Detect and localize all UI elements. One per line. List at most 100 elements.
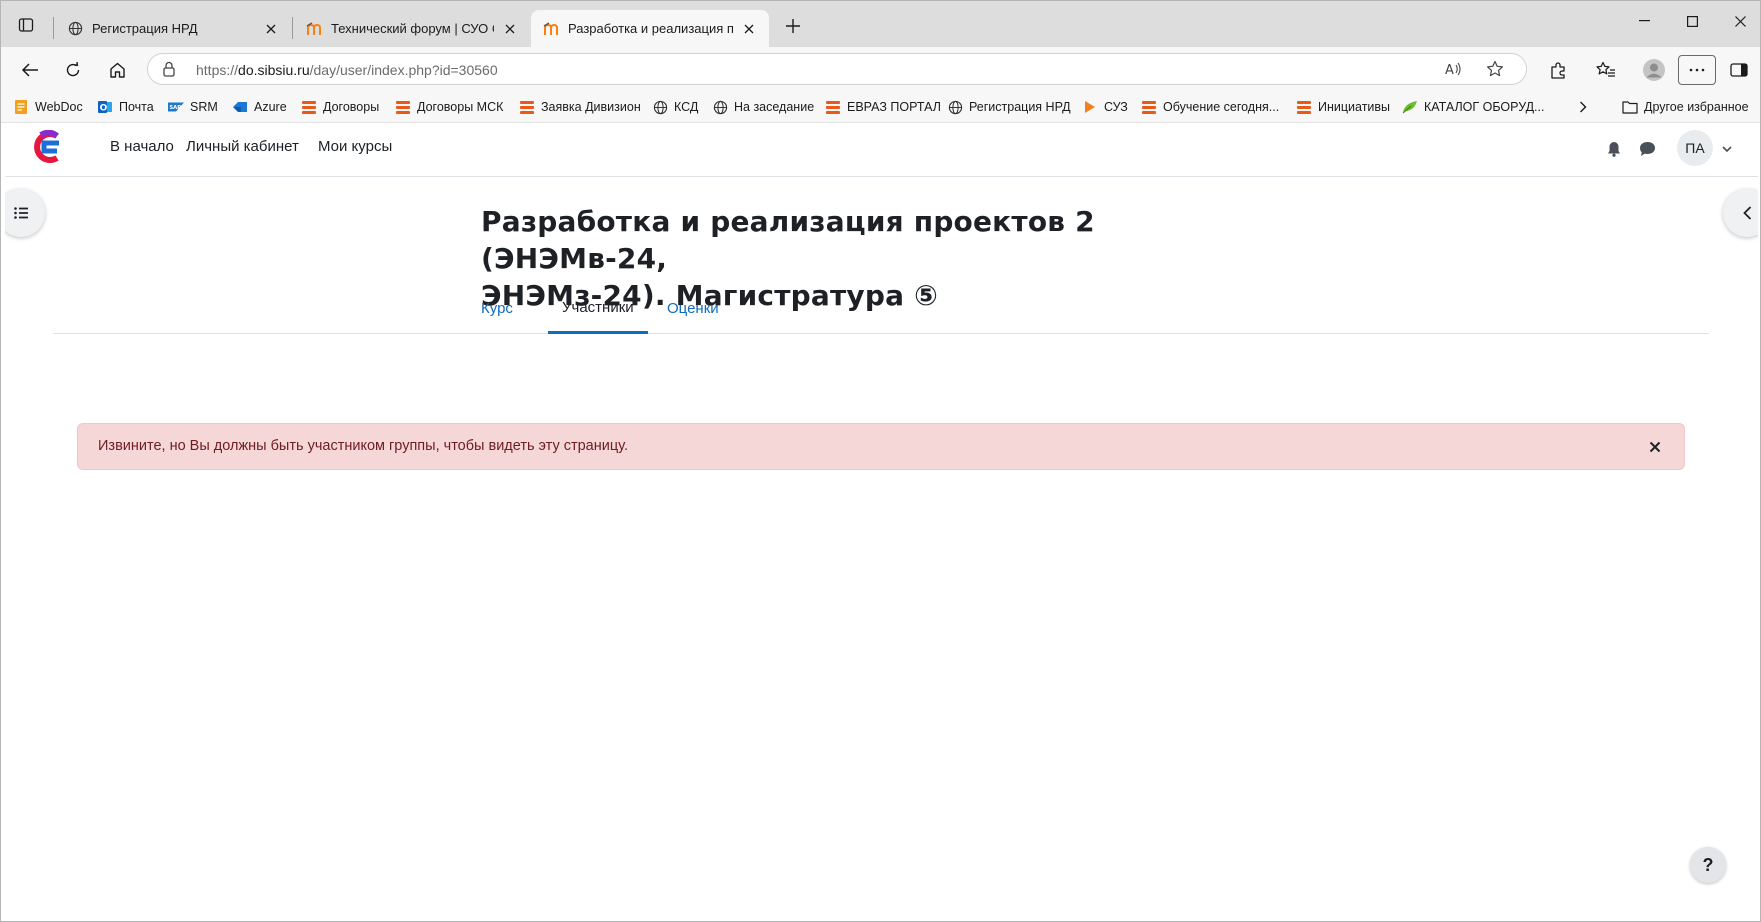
bell-icon[interactable] xyxy=(1607,141,1621,157)
sidebar-toggle-icon[interactable] xyxy=(1724,55,1754,85)
window-close-button[interactable] xyxy=(1710,1,1760,41)
bookmark-ksd[interactable]: КСД xyxy=(652,98,698,116)
bookmark-label: Заявка Дивизион xyxy=(541,100,641,114)
evraz-icon xyxy=(519,99,535,115)
bookmark-other-favorites[interactable]: Другое избранное xyxy=(1622,98,1749,116)
user-initials: ПА xyxy=(1685,140,1705,156)
nav-dashboard-link[interactable]: Личный кабинет xyxy=(186,138,299,155)
course-index-toggle-button[interactable] xyxy=(5,189,45,237)
tab-registration[interactable]: Регистрация НРД xyxy=(55,10,291,47)
back-button[interactable] xyxy=(15,55,45,85)
course-secondary-nav: Курс Участники Оценки xyxy=(53,283,1709,334)
close-icon[interactable] xyxy=(741,21,757,37)
url-text[interactable]: https://do.sibsiu.ru/day/user/index.php?… xyxy=(196,62,498,78)
web-page: В начало Личный кабинет Мои курсы ПА Раз… xyxy=(5,123,1758,919)
evraz-icon xyxy=(825,99,841,115)
block-drawer-toggle-button[interactable] xyxy=(1723,189,1758,237)
outlook-icon: O xyxy=(97,99,113,115)
bookmark-catalog[interactable]: КАТАЛОГ ОБОРУД... xyxy=(1402,98,1544,116)
tab-grades[interactable]: Оценки xyxy=(653,283,733,334)
globe-icon xyxy=(67,21,83,37)
favorite-star-icon[interactable] xyxy=(1486,60,1504,78)
bookmark-suz[interactable]: СУЗ xyxy=(1082,98,1128,116)
alert-message: Извините, но Вы должны быть участником г… xyxy=(98,438,628,454)
browser-window: Регистрация НРД Технический форум | СУО … xyxy=(0,0,1761,922)
site-logo-icon[interactable] xyxy=(30,130,64,164)
sap-icon: SAP xyxy=(168,99,184,115)
bookmarks-overflow-chevron-icon[interactable] xyxy=(1579,98,1587,116)
svg-text:O: O xyxy=(100,104,108,114)
browser-toolbar: https://do.sibsiu.ru/day/user/index.php?… xyxy=(1,47,1760,91)
bookmarks-bar: WebDoc O Почта SAP SRM Azure Договоры До… xyxy=(1,91,1760,123)
tab-title: Технический форум | СУО СибГИУ xyxy=(331,21,494,36)
evraz-icon xyxy=(395,99,411,115)
tab-title: Разработка и реализация проектов 2 xyxy=(568,21,733,36)
globe-icon xyxy=(947,99,963,115)
bookmark-contracts[interactable]: Договоры xyxy=(301,98,379,116)
moodle-icon xyxy=(543,21,559,37)
bookmark-training[interactable]: Обучение сегодня... xyxy=(1141,98,1279,116)
error-alert: Извините, но Вы должны быть участником г… xyxy=(77,423,1685,470)
tab-separator xyxy=(292,17,293,39)
bookmark-meeting[interactable]: На заседание xyxy=(712,98,814,116)
bookmark-azure[interactable]: Azure xyxy=(232,98,287,116)
bookmark-evraz-portal[interactable]: ЕВРАЗ ПОРТАЛ xyxy=(825,98,941,116)
bookmark-label: Azure xyxy=(254,100,287,114)
tab-participants[interactable]: Участники xyxy=(548,283,648,334)
tab-course-active[interactable]: Разработка и реализация проектов 2 xyxy=(531,10,769,47)
bookmark-label: Обучение сегодня... xyxy=(1163,100,1280,114)
chevron-down-icon[interactable] xyxy=(1722,146,1732,153)
close-icon[interactable] xyxy=(1646,438,1664,456)
bookmark-label: Инициативы xyxy=(1318,100,1391,114)
bookmark-contracts-msk[interactable]: Договоры МСК xyxy=(395,98,503,116)
nav-my-courses-link[interactable]: Мои курсы xyxy=(318,138,392,155)
extensions-icon[interactable] xyxy=(1543,55,1573,85)
address-bar[interactable]: https://do.sibsiu.ru/day/user/index.php?… xyxy=(147,53,1527,85)
user-avatar[interactable]: ПА xyxy=(1677,130,1713,166)
home-button[interactable] xyxy=(102,55,132,85)
tab-course[interactable]: Курс xyxy=(467,283,527,334)
tab-bar: Регистрация НРД Технический форум | СУО … xyxy=(1,1,1760,47)
tab-title: Регистрация НРД xyxy=(92,21,198,36)
bookmark-label: Регистрация НРД xyxy=(969,100,1071,114)
bookmark-label: СУЗ xyxy=(1104,100,1128,114)
bookmark-label: Почта xyxy=(119,100,154,114)
tab-tech-forum[interactable]: Технический форум | СУО СибГИУ xyxy=(294,10,530,47)
more-menu-button[interactable] xyxy=(1678,55,1716,85)
moodle-icon xyxy=(306,21,322,37)
leaf-icon xyxy=(1402,99,1418,115)
close-icon[interactable] xyxy=(502,21,518,37)
folder-icon xyxy=(1622,99,1638,115)
new-tab-button[interactable] xyxy=(779,13,807,39)
bookmark-label: Договоры МСК xyxy=(417,100,504,114)
close-icon[interactable] xyxy=(263,21,279,37)
bookmark-mail[interactable]: O Почта xyxy=(97,98,154,116)
nav-home-link[interactable]: В начало xyxy=(110,138,174,155)
globe-icon xyxy=(712,99,728,115)
site-navbar: В начало Личный кабинет Мои курсы ПА xyxy=(5,123,1758,177)
evraz-icon xyxy=(1296,99,1312,115)
bookmark-srm[interactable]: SAP SRM xyxy=(168,98,218,116)
bookmark-division-request[interactable]: Заявка Дивизион xyxy=(519,98,641,116)
bookmark-label: На заседание xyxy=(734,100,815,114)
messages-icon[interactable] xyxy=(1639,141,1656,157)
bookmark-label: КАТАЛОГ ОБОРУД... xyxy=(1424,100,1545,114)
page-title-line: Разработка и реализация проектов 2 (ЭНЭМ… xyxy=(481,205,1095,275)
bookmark-nrd-registration[interactable]: Регистрация НРД xyxy=(947,98,1071,116)
profile-icon[interactable] xyxy=(1639,55,1669,85)
favorites-icon[interactable] xyxy=(1591,55,1621,85)
evraz-icon xyxy=(301,99,317,115)
help-button[interactable]: ? xyxy=(1690,847,1726,883)
bookmark-label: КСД xyxy=(674,100,699,114)
refresh-button[interactable] xyxy=(58,55,88,85)
play-icon xyxy=(1082,99,1098,115)
bookmark-label: Договоры xyxy=(323,100,380,114)
bookmark-webdoc[interactable]: WebDoc xyxy=(13,98,83,116)
lock-icon[interactable] xyxy=(162,61,176,77)
bookmark-initiatives[interactable]: Инициативы xyxy=(1296,98,1390,116)
webdoc-icon xyxy=(13,99,29,115)
bookmark-label: WebDoc xyxy=(35,100,83,114)
bookmark-label: Другое избранное xyxy=(1644,100,1749,114)
read-aloud-icon[interactable]: A xyxy=(1444,60,1462,78)
tab-actions-icon[interactable] xyxy=(13,13,39,37)
